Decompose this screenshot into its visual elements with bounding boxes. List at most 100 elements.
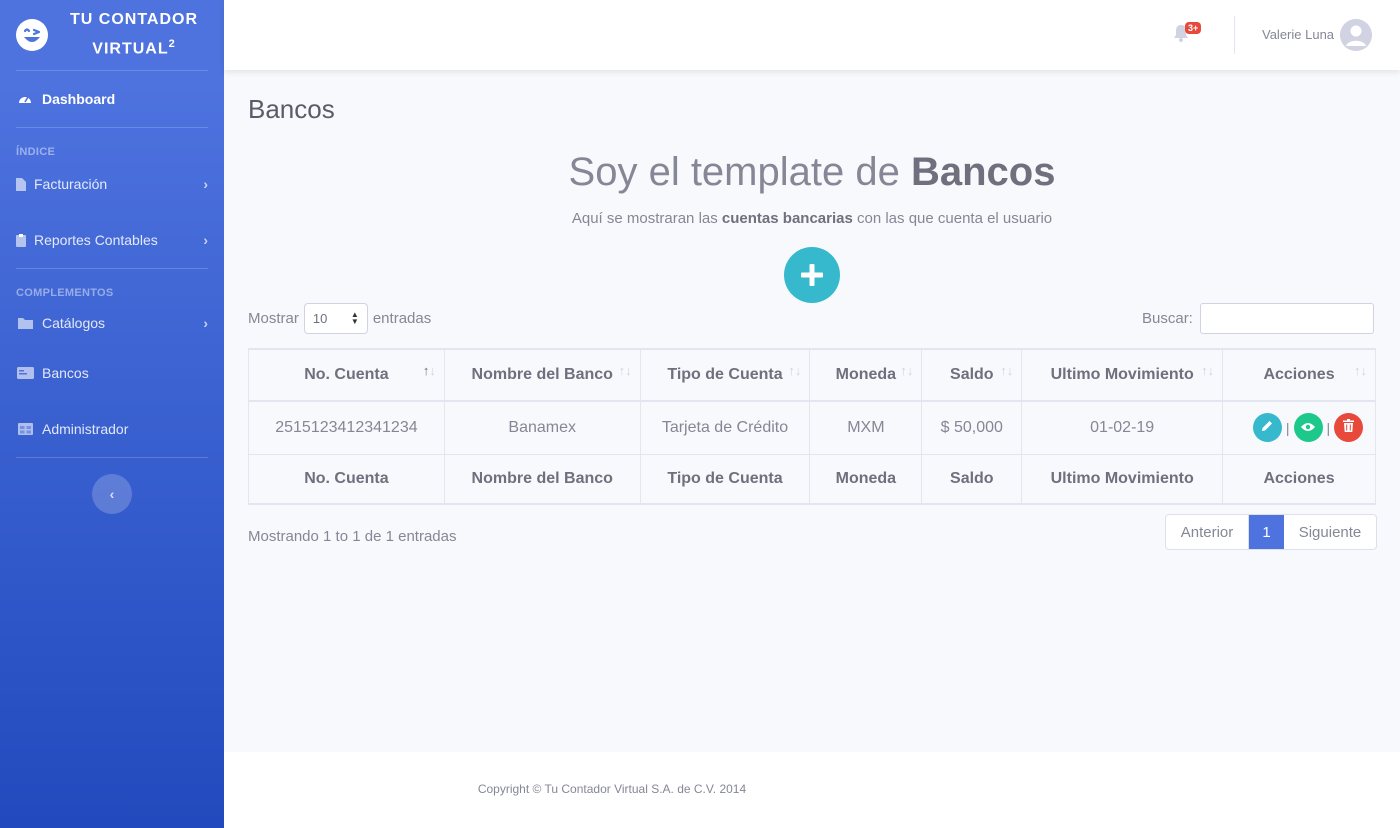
table-row: 2515123412341234 Banamex Tarjeta de Créd…: [248, 400, 1376, 455]
search-label: Buscar:: [1142, 310, 1193, 327]
cell-tipo-cuenta: Tarjeta de Crédito: [639, 400, 811, 455]
footer: Copyright © Tu Contador Virtual S.A. de …: [224, 752, 1400, 828]
column-header-saldo[interactable]: Saldo ↑↓: [921, 348, 1023, 402]
topbar: 3+ Valerie Luna: [224, 0, 1400, 70]
column-header-ultimo-movimiento[interactable]: Ultimo Movimiento ↑↓: [1021, 348, 1224, 402]
sidebar-divider: [16, 457, 208, 458]
entries-per-page-select[interactable]: 10 ▲ ▼: [303, 302, 368, 334]
hero-subtitle: Aquí se mostraran las cuentas bancarias …: [571, 210, 1053, 227]
sidebar-item-facturacion[interactable]: Facturación ›: [0, 166, 224, 202]
footer-header-tipo-cuenta: Tipo de Cuenta: [639, 453, 811, 505]
footer-header-nombre-banco: Nombre del Banco: [443, 453, 641, 505]
bank-accounts-table: No. Cuenta ↑↓ Nombre del Banco ↑↓ Tipo de …: [248, 348, 1376, 505]
tachometer-icon: [16, 92, 34, 106]
sort-icon: ↑↓: [788, 363, 802, 378]
footer-header-moneda: Moneda: [809, 453, 923, 505]
column-header-acciones[interactable]: Acciones ↑↓: [1222, 348, 1376, 402]
clipboard-icon: [16, 233, 26, 247]
chevron-right-icon: ›: [203, 315, 208, 331]
column-header-tipo-cuenta[interactable]: Tipo de Cuenta ↑↓: [639, 348, 811, 402]
sort-icon: ↑↓: [422, 363, 436, 378]
table-length-control: Mostrar 10 ▲ ▼ entradas: [248, 302, 432, 334]
sidebar: TU CONTADOR VIRTUAL2 Dashboard ÍNDICE Fa…: [0, 0, 224, 828]
table-icon: [16, 422, 34, 436]
show-label: Mostrar: [248, 309, 299, 327]
chevron-left-icon: ‹: [109, 486, 115, 502]
sidebar-toggle-button[interactable]: ‹: [92, 474, 132, 514]
plus-icon: [801, 256, 823, 295]
id-card-icon: [16, 366, 34, 380]
sidebar-item-label: Administrador: [42, 421, 129, 437]
delete-button[interactable]: [1334, 413, 1364, 443]
sidebar-item-catalogos[interactable]: Catálogos ›: [0, 301, 224, 345]
column-header-moneda[interactable]: Moneda ↑↓: [809, 348, 923, 402]
user-avatar-icon[interactable]: [1340, 19, 1372, 51]
wink-logo-icon: [16, 19, 48, 51]
add-bank-account-button[interactable]: [784, 247, 840, 303]
footer-header-saldo: Saldo: [921, 453, 1023, 505]
footer-header-acciones: Acciones: [1222, 453, 1376, 505]
table-footer-row: No. Cuenta Nombre del Banco Tipo de Cuen…: [248, 453, 1376, 505]
sidebar-item-label: Bancos: [42, 365, 89, 381]
copyright-text: Copyright © Tu Contador Virtual S.A. de …: [477, 782, 747, 796]
sort-icon: ↑↓: [618, 363, 632, 378]
alerts-counter-badge: 3+: [1185, 22, 1202, 34]
brand[interactable]: TU CONTADOR VIRTUAL2: [0, 0, 224, 70]
user-name[interactable]: Valerie Luna: [1262, 27, 1334, 42]
sidebar-item-administrador[interactable]: Administrador: [0, 401, 224, 457]
topbar-divider: [1234, 16, 1235, 54]
folder-icon: [16, 316, 34, 330]
action-separator: |: [1285, 419, 1290, 436]
sort-icon: ↑↓: [900, 363, 914, 378]
chevron-right-icon: ›: [203, 176, 208, 192]
entries-label: entradas: [372, 309, 432, 327]
cell-saldo: $ 50,000: [921, 400, 1023, 455]
sort-icon: ↑↓: [1354, 363, 1367, 378]
entries-per-page-value: 10: [312, 310, 328, 326]
cell-acciones: | |: [1222, 400, 1376, 455]
pagination-page-1[interactable]: 1: [1249, 515, 1284, 549]
sidebar-item-label: Dashboard: [42, 91, 116, 107]
trash-icon: [1343, 418, 1355, 437]
sidebar-item-reportes-contables[interactable]: Reportes Contables ›: [0, 222, 224, 258]
table-header-row: No. Cuenta ↑↓ Nombre del Banco ↑↓ Tipo de …: [248, 348, 1376, 402]
sort-icon: ↑↓: [1000, 363, 1014, 378]
sidebar-item-dashboard[interactable]: Dashboard: [0, 71, 224, 127]
footer-header-no-cuenta: No. Cuenta: [248, 453, 445, 505]
brand-name: TU CONTADOR VIRTUAL2: [48, 8, 208, 61]
cell-nombre-banco: Banamex: [443, 400, 641, 455]
pagination: Anterior 1 Siguiente: [1165, 514, 1377, 550]
brand-line-2: VIRTUAL2: [92, 38, 176, 58]
hero-title: Soy el template de Bancos: [568, 150, 1056, 194]
pagination-next-button[interactable]: Siguiente: [1284, 515, 1376, 549]
brand-line-1: TU CONTADOR: [69, 11, 199, 29]
chevron-right-icon: ›: [203, 232, 208, 248]
cell-no-cuenta: 2515123412341234: [248, 400, 445, 455]
sidebar-item-label: Reportes Contables: [34, 232, 158, 248]
eye-icon: [1301, 419, 1316, 437]
edit-button[interactable]: [1252, 413, 1282, 443]
file-icon: [16, 177, 26, 191]
sidebar-heading-complementos: COMPLEMENTOS: [16, 287, 114, 299]
column-header-nombre-banco[interactable]: Nombre del Banco ↑↓: [443, 348, 641, 402]
cell-ultimo-movimiento: 01-02-19: [1021, 400, 1224, 455]
sidebar-item-label: Facturación: [34, 176, 108, 192]
table-info-text: Mostrando 1 to 1 de 1 entradas: [248, 528, 457, 545]
action-separator: |: [1326, 419, 1331, 436]
sidebar-item-label: Catálogos: [42, 315, 106, 331]
search-input[interactable]: [1199, 303, 1374, 334]
sidebar-heading-indice: ÍNDICE: [16, 146, 56, 158]
pagination-previous-button[interactable]: Anterior: [1166, 515, 1249, 549]
sort-icon: ↑↓: [1201, 363, 1215, 378]
cell-moneda: MXM: [809, 400, 923, 455]
table-search-control: Buscar:: [1142, 303, 1374, 334]
select-arrows-icon: ▲ ▼: [350, 310, 359, 326]
pencil-icon: [1261, 419, 1273, 437]
column-header-no-cuenta[interactable]: No. Cuenta ↑↓: [248, 348, 445, 402]
view-button[interactable]: [1293, 413, 1323, 443]
footer-header-ultimo-movimiento: Ultimo Movimiento: [1021, 453, 1224, 505]
sidebar-item-bancos[interactable]: Bancos: [0, 345, 224, 401]
page-title: Bancos: [248, 94, 335, 124]
